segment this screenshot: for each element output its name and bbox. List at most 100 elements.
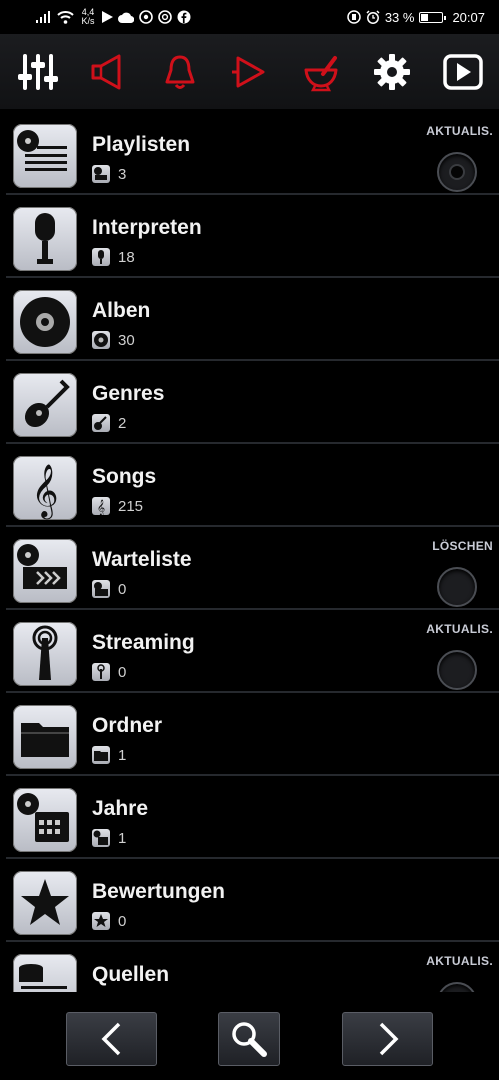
bell-red-icon [165,55,195,89]
action-label[interactable]: AKTUALIS. [426,954,493,968]
svg-text:𝄞: 𝄞 [31,463,58,519]
facebook-icon [177,10,191,24]
list-item-warteliste[interactable]: Warteliste 0 LÖSCHEN [6,527,499,610]
item-count: 1 [92,746,126,764]
list-item-title: Bewertungen [92,880,226,903]
list-item-title: Songs [92,465,157,488]
chevron-right-icon [379,1022,398,1056]
list-item-title: Warteliste [92,548,192,571]
action-radio-button[interactable] [437,650,477,690]
count-value: 215 [118,497,144,515]
status-bar: 4,4 K/s 33 % 20:07 [0,0,499,34]
mini-disc-icon [92,331,110,349]
mini-treble-clef-icon: 𝄞 [92,497,110,515]
bell-button[interactable] [156,48,204,96]
list-item-streaming[interactable]: Streaming 0 AKTUALIS. [6,610,499,693]
battery-icon [419,11,447,23]
action-radio-button[interactable] [437,152,477,192]
action-radio-button[interactable] [437,567,477,607]
item-count: 3 [92,165,126,183]
action-label[interactable]: AKTUALIS. [426,124,493,138]
battery-percent: 33 % [384,9,415,25]
settings-button[interactable] [368,48,416,96]
play-notification-icon [102,11,113,23]
item-count: 18 [92,248,135,266]
list-item-songs[interactable]: 𝄞 Songs 𝄞 215 [6,444,499,527]
mini-microphone-icon [92,248,110,266]
list-item-genres[interactable]: Genres 2 [6,361,499,444]
list-item-title: Playlisten [92,133,191,156]
wifi-icon [57,10,74,24]
mortar-button[interactable] [297,48,345,96]
play-outline-button[interactable] [226,48,274,96]
chrome-icon [158,10,172,24]
action-radio-button[interactable] [437,982,477,992]
playlist-icon [13,124,77,188]
count-value: 18 [118,248,135,266]
network-speed: 4,4 K/s [81,7,95,26]
mortar-red-icon [304,55,338,91]
mini-folder-icon [92,746,110,764]
next-button[interactable] [342,1012,433,1066]
bottom-nav [0,994,499,1080]
mini-guitar-icon [92,414,110,432]
list-item-ordner[interactable]: Ordner 1 [6,693,499,776]
speaker-button[interactable] [85,48,133,96]
count-value: 30 [118,331,135,349]
alarm-icon [366,10,380,24]
list-item-title: Alben [92,299,151,322]
count-value: 1 [118,746,127,764]
item-count: 30 [92,331,135,349]
list-item-title: Genres [92,382,165,405]
item-count: 0 [92,912,126,930]
cloud-icon [118,12,134,23]
list-item-bewertungen[interactable]: Bewertungen 0 [6,859,499,942]
count-value: 0 [118,663,127,681]
sources-icon [13,954,77,992]
list-item-playlisten[interactable]: Playlisten 3 AKTUALIS. [6,112,499,195]
toolbar [0,34,499,110]
item-count: 0 [92,663,126,681]
count-value: 0 [118,912,127,930]
mini-playlist-icon [92,165,110,183]
item-count: 2 [92,414,126,432]
queue-icon [13,539,77,603]
list-item-interpreten[interactable]: Interpreten 18 [6,195,499,278]
list-item-jahre[interactable]: Jahre 1 [6,776,499,859]
equalizer-icon [18,53,58,90]
mini-calendar-icon [92,829,110,847]
calendar-icon [13,788,77,852]
count-value: 1 [118,829,127,847]
star-icon [13,871,77,935]
clock: 20:07 [452,9,485,25]
whatsapp-icon [139,10,153,24]
signal-icon [36,11,50,23]
microphone-icon [13,207,77,271]
folder-icon [13,705,77,769]
play-button-icon [443,53,483,90]
action-label[interactable]: AKTUALIS. [426,622,493,636]
action-label[interactable]: LÖSCHEN [432,539,493,553]
now-playing-button[interactable] [439,48,487,96]
search-button[interactable] [218,1012,280,1066]
equalizer-button[interactable] [14,48,62,96]
treble-clef-icon: 𝄞 [13,456,77,520]
mini-star-icon [92,912,110,930]
list-item-title: Quellen [92,963,170,986]
svg-text:𝄞: 𝄞 [97,500,105,515]
gear-icon [374,53,411,90]
speaker-red-icon [91,54,121,89]
guitar-icon [13,373,77,437]
item-count: 𝄞 215 [92,497,143,515]
item-count: 1 [92,829,126,847]
count-value: 0 [118,580,127,598]
search-icon [232,1022,267,1057]
list-item-title: Streaming [92,631,195,654]
list-item-title: Ordner [92,714,163,737]
play-outline-red-icon [232,56,265,87]
previous-button[interactable] [66,1012,157,1066]
list-item-quellen[interactable]: Quellen AKTUALIS. [6,942,499,992]
list-item-alben[interactable]: Alben 30 [6,278,499,361]
vibrate-icon [347,10,361,24]
chevron-left-icon [101,1022,120,1056]
